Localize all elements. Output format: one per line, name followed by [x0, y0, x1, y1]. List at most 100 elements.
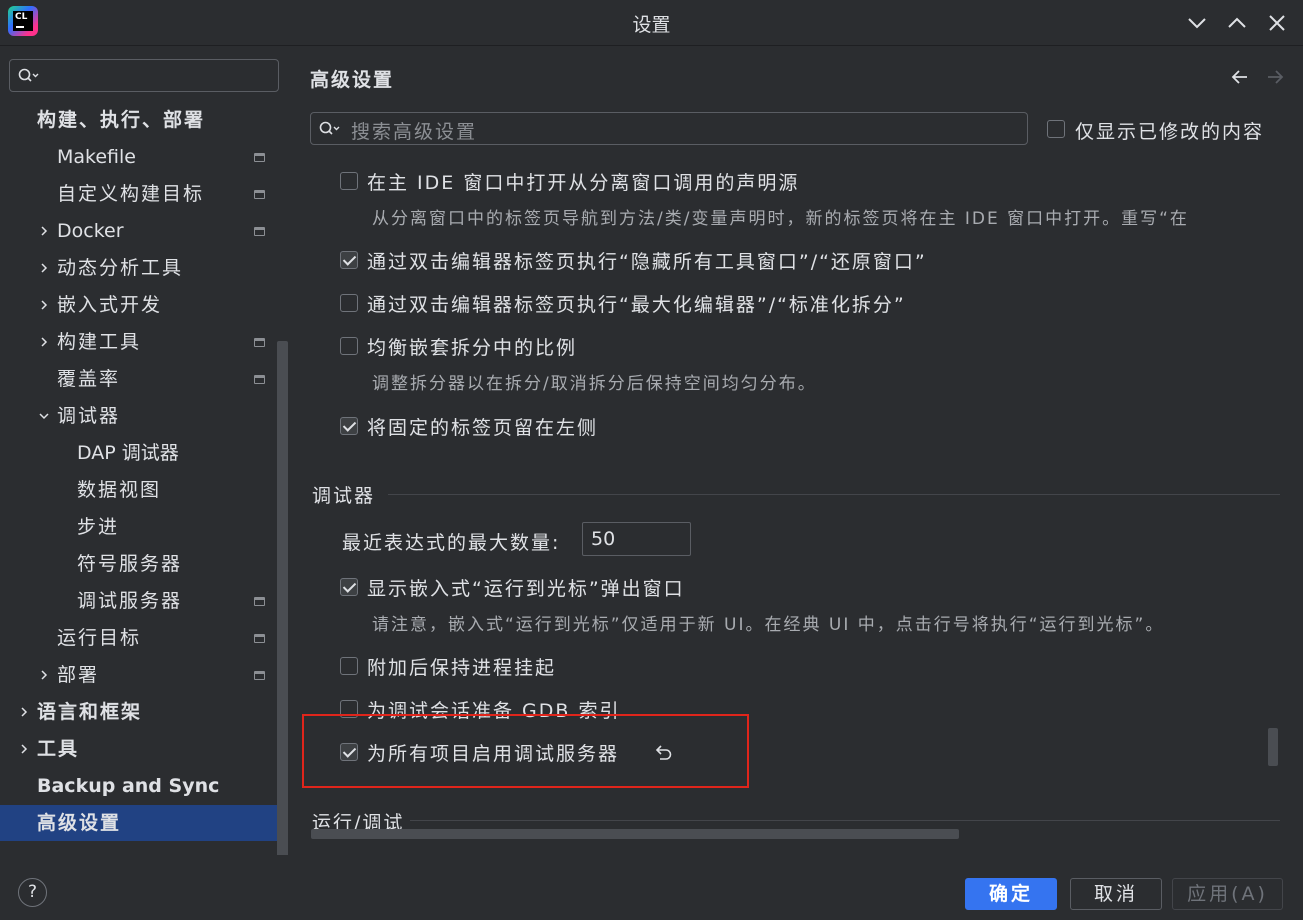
- chevron-right-icon[interactable]: [37, 298, 51, 312]
- sidebar-item[interactable]: 运行目标: [0, 620, 275, 656]
- option-label: 通过双击编辑器标签页执行“隐藏所有工具窗口”/“还原窗口”: [367, 251, 927, 273]
- sidebar-item[interactable]: 动态分析工具: [0, 250, 275, 286]
- maximize-button[interactable]: [1222, 8, 1252, 38]
- sidebar-item[interactable]: 符号服务器: [0, 546, 275, 582]
- content-horizontal-scrollbar[interactable]: [311, 829, 959, 839]
- content-vertical-scrollbar[interactable]: [1268, 728, 1278, 766]
- chevron-right-icon[interactable]: [37, 335, 51, 349]
- sidebar-item-label: 调试器: [57, 405, 121, 427]
- sidebar-item-label: 数据视图: [77, 479, 162, 501]
- sidebar-item-label: 符号服务器: [77, 553, 183, 575]
- sidebar-item[interactable]: 构建、执行、部署: [0, 102, 275, 138]
- help-button[interactable]: ?: [18, 878, 47, 907]
- sidebar-item[interactable]: 自定义构建目标: [0, 176, 275, 212]
- sidebar-item[interactable]: Docker: [0, 213, 275, 249]
- sidebar-item-label: 工具: [37, 738, 80, 760]
- sidebar-item[interactable]: 工具: [0, 731, 275, 767]
- ok-button[interactable]: 确定: [965, 878, 1057, 910]
- arrow-left-icon: [1231, 70, 1247, 84]
- sidebar-item[interactable]: DAP 调试器: [0, 435, 275, 471]
- sidebar-item[interactable]: 调试服务器: [0, 583, 275, 619]
- option-description: 调整拆分器以在拆分/取消拆分后保持空间均匀分布。: [372, 374, 817, 394]
- sidebar-item[interactable]: 高级设置: [0, 805, 288, 841]
- forward-button[interactable]: [1263, 65, 1287, 89]
- project-level-icon: [254, 634, 265, 643]
- chevron-down-icon[interactable]: [37, 409, 51, 423]
- option-checkbox[interactable]: [340, 578, 358, 596]
- sidebar-item[interactable]: 调试器: [0, 398, 275, 434]
- sidebar-item[interactable]: 覆盖率: [0, 361, 275, 397]
- cancel-button[interactable]: 取消: [1070, 878, 1162, 910]
- highlight-annotation: [302, 714, 749, 788]
- option-label: 通过双击编辑器标签页执行“最大化编辑器”/“标准化拆分”: [367, 294, 906, 316]
- option-checkbox[interactable]: [340, 657, 358, 675]
- page-title: 高级设置: [310, 69, 395, 91]
- sidebar-item-label: 自定义构建目标: [57, 183, 205, 205]
- chevron-right-icon[interactable]: [37, 224, 51, 238]
- project-level-icon: [254, 153, 265, 162]
- option-checkbox[interactable]: [340, 294, 358, 312]
- option-checkbox[interactable]: [340, 417, 358, 435]
- title-bar: CL 设置: [0, 0, 1303, 46]
- chevron-right-icon[interactable]: [37, 261, 51, 275]
- sidebar-scrollbar[interactable]: [277, 341, 288, 859]
- search-icon: [319, 121, 340, 135]
- advanced-settings-search-input[interactable]: 搜索高级设置: [310, 112, 1028, 145]
- sidebar-item[interactable]: 部署: [0, 657, 275, 693]
- section-divider: [388, 494, 1280, 495]
- sidebar-item-label: 覆盖率: [57, 368, 121, 390]
- search-placeholder: 搜索高级设置: [351, 121, 478, 143]
- sidebar-item[interactable]: 嵌入式开发: [0, 287, 275, 323]
- sidebar-item-label: 动态分析工具: [57, 257, 184, 279]
- option-description: 从分离窗口中的标签页导航到方法/类/变量声明时，新的标签页将在主 IDE 窗口中…: [372, 209, 1189, 229]
- project-level-icon: [254, 671, 265, 680]
- chevron-right-icon[interactable]: [37, 668, 51, 682]
- option-checkbox[interactable]: [340, 251, 358, 269]
- option-label: 将固定的标签页留在左侧: [367, 417, 599, 439]
- sidebar-item-label: Backup and Sync: [37, 775, 220, 797]
- apply-button[interactable]: 应用(A): [1172, 878, 1283, 910]
- sidebar-item[interactable]: 语言和框架: [0, 694, 275, 730]
- search-icon: [18, 68, 39, 82]
- option-checkbox[interactable]: [340, 337, 358, 355]
- section-title-debugger: 调试器: [312, 485, 376, 507]
- settings-sidebar: 构建、执行、部署 Makefile 自定义构建目标 Docker 动态分析工具 嵌入式开发…: [0, 47, 290, 859]
- sidebar-item[interactable]: 步进: [0, 509, 275, 545]
- sidebar-item-label: 调试服务器: [77, 590, 183, 612]
- option-checkbox[interactable]: [340, 172, 358, 190]
- minimize-button[interactable]: [1182, 8, 1212, 38]
- project-level-icon: [254, 190, 265, 199]
- window-title: 设置: [632, 14, 671, 36]
- sidebar-item[interactable]: 构建工具: [0, 324, 275, 360]
- option-label: 显示嵌入式“运行到光标”弹出窗口: [367, 578, 685, 600]
- project-level-icon: [254, 597, 265, 606]
- only-modified-label: 仅显示已修改的内容: [1075, 121, 1265, 143]
- option-label: 均衡嵌套拆分中的比例: [367, 337, 578, 359]
- sidebar-item-label: 嵌入式开发: [57, 294, 163, 316]
- sidebar-item[interactable]: Makefile: [0, 139, 275, 175]
- project-level-icon: [254, 375, 265, 384]
- sidebar-search-input[interactable]: [9, 59, 279, 92]
- project-level-icon: [254, 338, 265, 347]
- sidebar-item-label: 高级设置: [37, 812, 122, 834]
- sidebar-item[interactable]: 数据视图: [0, 472, 275, 508]
- max-expressions-label: 最近表达式的最大数量:: [342, 532, 561, 554]
- sidebar-item-label: 运行目标: [57, 627, 142, 649]
- sidebar-item[interactable]: Backup and Sync: [0, 768, 275, 804]
- chevron-right-icon[interactable]: [17, 705, 31, 719]
- chevron-right-icon[interactable]: [17, 742, 31, 756]
- sidebar-item-label: 构建、执行、部署: [37, 109, 206, 131]
- max-expressions-input[interactable]: 50: [582, 522, 691, 556]
- sidebar-item-label: 部署: [57, 664, 100, 686]
- sidebar-item-label: 构建工具: [57, 331, 142, 353]
- sidebar-item-label: 步进: [77, 516, 120, 538]
- dialog-footer: ? 确定 取消 应用(A): [0, 855, 1303, 920]
- back-button[interactable]: [1228, 65, 1252, 89]
- close-icon: [1269, 15, 1285, 31]
- section-divider: [410, 820, 1280, 821]
- option-description: 请注意，嵌入式“运行到光标”仅适用于新 UI。在经典 UI 中，点击行号将执行“…: [372, 615, 1165, 635]
- close-button[interactable]: [1262, 8, 1292, 38]
- option-label: 附加后保持进程挂起: [367, 657, 557, 679]
- only-modified-checkbox[interactable]: [1047, 120, 1065, 138]
- sidebar-item-label: 语言和框架: [37, 701, 143, 723]
